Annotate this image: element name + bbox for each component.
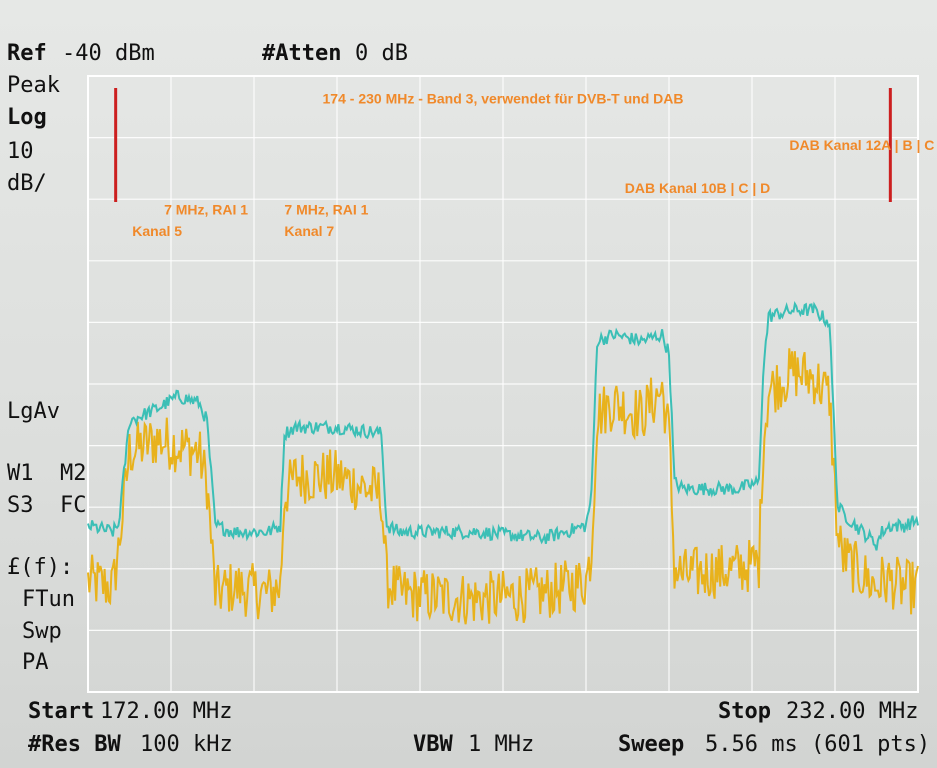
annotation-label: Kanal 7 <box>284 223 334 239</box>
spectrum-plot: 174 - 230 MHz - Band 3, verwendet für DV… <box>87 75 934 693</box>
annotation-label: DAB Kanal 10B | C | D <box>625 180 771 196</box>
annotation-label: 7 MHz, RAI 1 <box>164 202 248 218</box>
analyzer-screen: Ref -40 dBm #Atten 0 dB Peak Log 10 dB/ … <box>0 0 937 768</box>
annotation-label: 174 - 230 MHz - Band 3, verwendet für DV… <box>323 91 684 107</box>
annotation-label: Kanal 5 <box>132 223 182 239</box>
annotation-label: 7 MHz, RAI 1 <box>284 202 368 218</box>
annotation-label: DAB Kanal 12A | B | C <box>789 137 934 153</box>
